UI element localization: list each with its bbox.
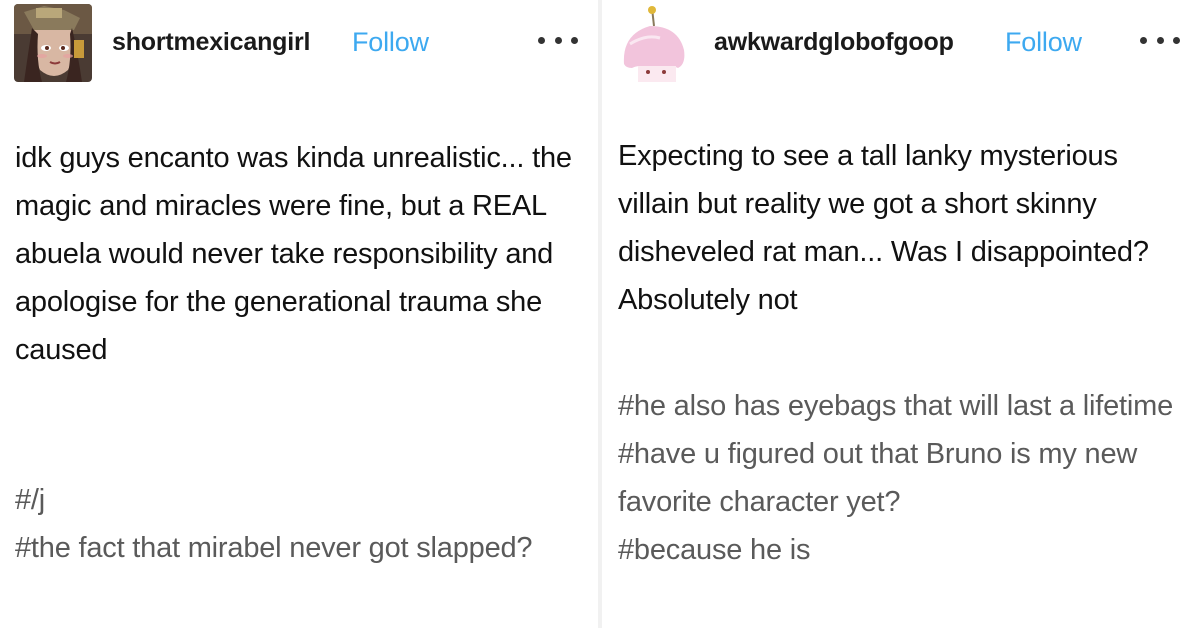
post-card: awkwardglobofgoop Follow Expecting to se… bbox=[602, 0, 1200, 628]
tag[interactable]: #have u figured out that Bruno is my new… bbox=[618, 430, 1190, 526]
follow-button[interactable]: Follow bbox=[352, 27, 429, 58]
tag[interactable]: #the fact that mirabel never got slapped… bbox=[15, 524, 588, 572]
dot bbox=[554, 36, 562, 44]
username[interactable]: awkwardglobofgoop bbox=[714, 28, 954, 57]
dot bbox=[538, 36, 545, 44]
dot bbox=[1173, 36, 1180, 44]
post-header: awkwardglobofgoop Follow bbox=[602, 0, 1200, 90]
post-tags: #he also has eyebags that will last a li… bbox=[618, 382, 1190, 574]
avatar[interactable] bbox=[14, 4, 92, 82]
post-tags: #/j #the fact that mirabel never got sla… bbox=[15, 476, 588, 572]
post-body: idk guys encanto was kinda unrealistic..… bbox=[15, 142, 572, 366]
ellipsis-icon[interactable] bbox=[538, 32, 578, 48]
tag[interactable]: #he also has eyebags that will last a li… bbox=[618, 382, 1190, 430]
post-card: shortmexicangirl Follow idk guys encanto… bbox=[0, 0, 598, 628]
avatar[interactable] bbox=[616, 4, 694, 82]
post-header: shortmexicangirl Follow bbox=[0, 0, 598, 90]
anime-character-avatar-icon bbox=[14, 4, 92, 82]
follow-button[interactable]: Follow bbox=[1005, 27, 1082, 58]
pink-blob-creature-avatar-icon bbox=[616, 4, 694, 82]
tag[interactable]: #because he is bbox=[618, 526, 1190, 574]
tag[interactable]: #/j bbox=[15, 476, 588, 524]
username[interactable]: shortmexicangirl bbox=[112, 28, 310, 57]
post-body: Expecting to see a tall lanky mysterious… bbox=[618, 140, 1149, 316]
dot bbox=[571, 36, 578, 44]
ellipsis-icon[interactable] bbox=[1140, 32, 1180, 48]
dot bbox=[1140, 36, 1147, 44]
dot bbox=[1156, 36, 1164, 44]
